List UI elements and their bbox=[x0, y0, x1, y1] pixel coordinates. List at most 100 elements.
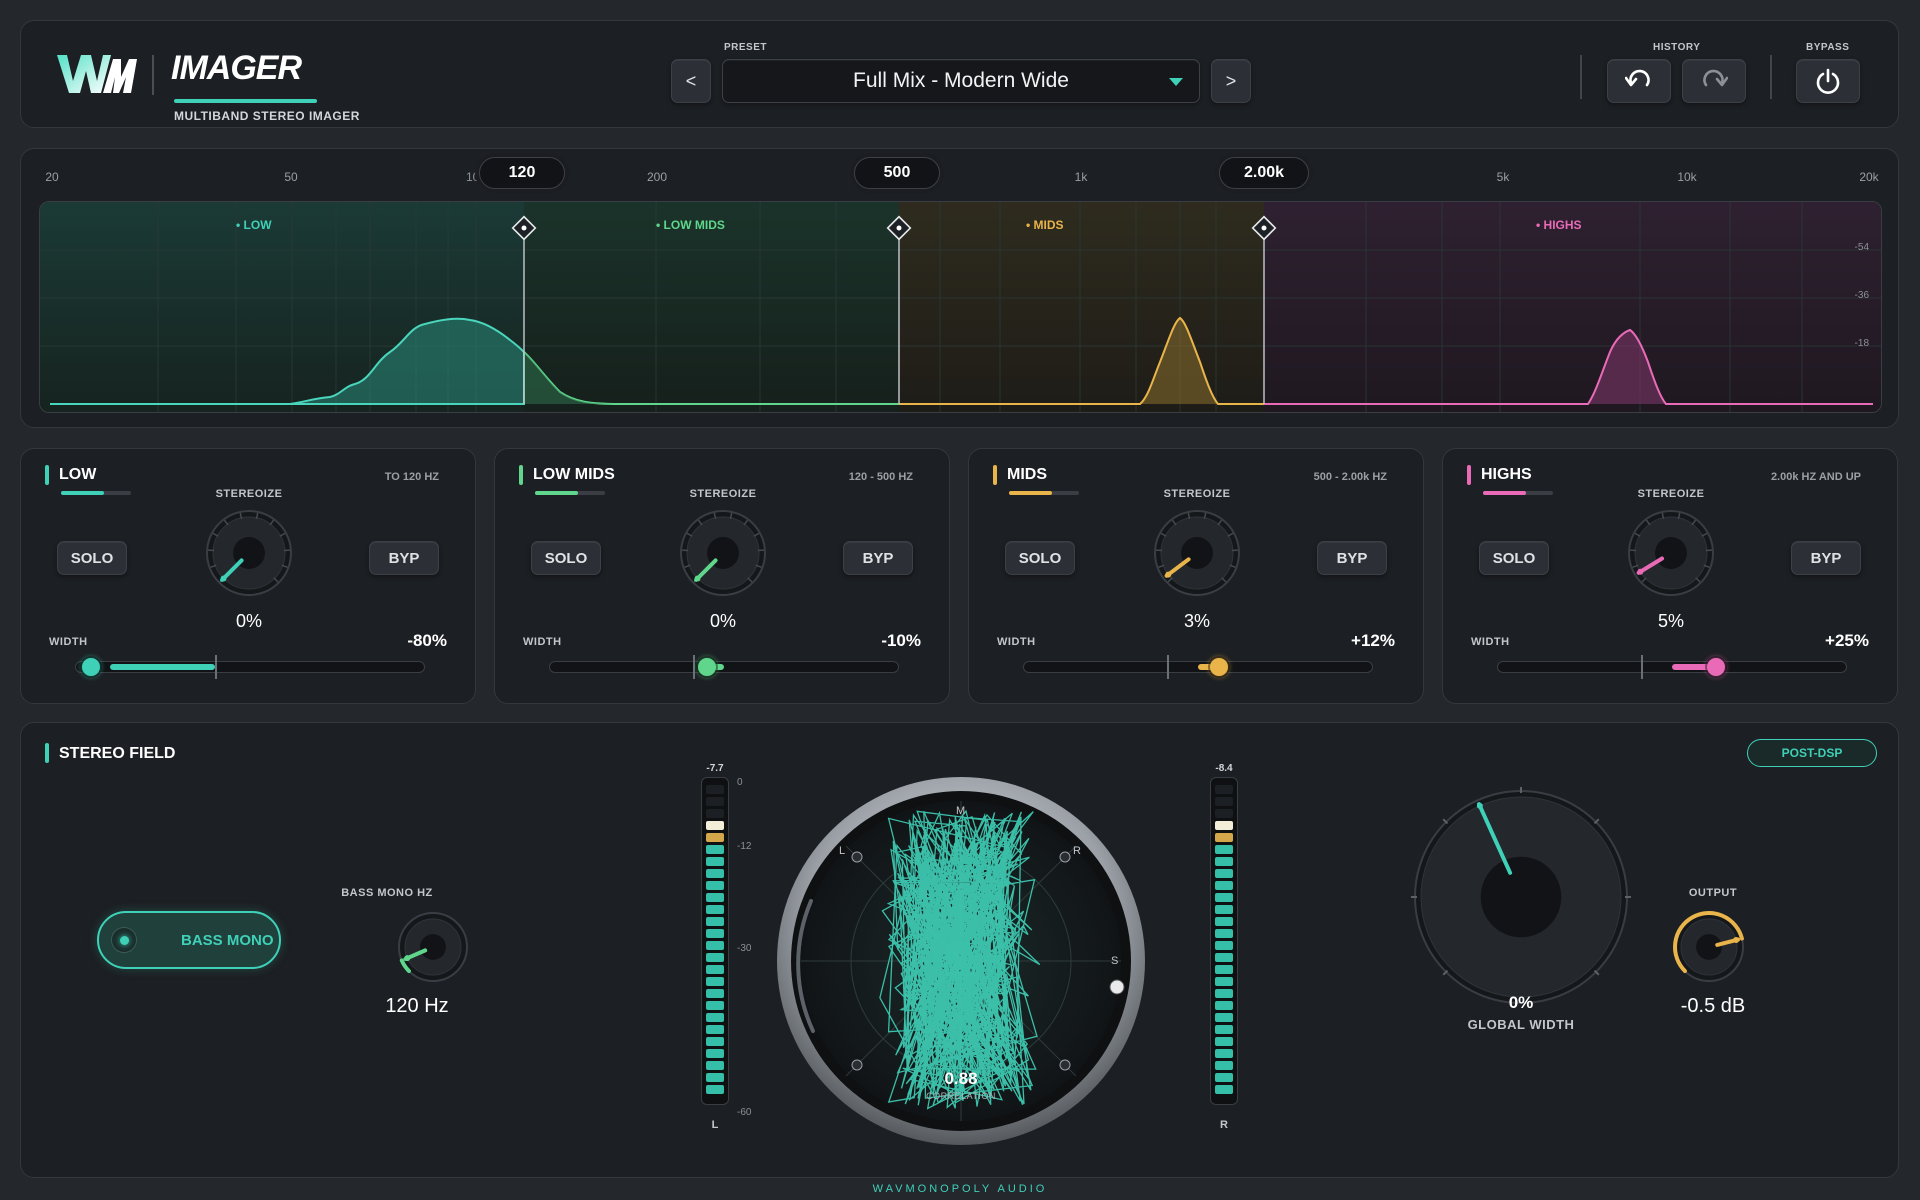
meter-segment bbox=[1215, 977, 1233, 986]
width-value: -80% bbox=[407, 631, 447, 650]
bypass-button[interactable] bbox=[1796, 59, 1860, 103]
db-label: -18 bbox=[1854, 338, 1869, 349]
meter-segment bbox=[706, 1073, 724, 1082]
crossover-2-value[interactable]: 500 bbox=[854, 157, 940, 189]
band-name: HIGHS bbox=[1481, 466, 1532, 483]
title-underline bbox=[174, 99, 317, 103]
width-value: -10% bbox=[881, 631, 921, 650]
crossover-3-value[interactable]: 2.00k bbox=[1219, 157, 1309, 189]
band-tag-low-mids-label: LOW MIDS bbox=[663, 218, 725, 232]
solo-button[interactable]: SOLO bbox=[1479, 541, 1549, 575]
toggle-indicator-icon bbox=[111, 927, 137, 953]
solo-button[interactable]: SOLO bbox=[57, 541, 127, 575]
width-slider-thumb[interactable] bbox=[697, 658, 716, 676]
meter-scale-label: -12 bbox=[737, 841, 752, 852]
global-width-value: 0% bbox=[1508, 993, 1534, 1012]
scope-label-r: R bbox=[1073, 845, 1081, 857]
scope-label-s: S bbox=[1111, 955, 1119, 967]
bass-mono-toggle[interactable]: BASS MONO bbox=[97, 911, 281, 969]
band-activity-bar bbox=[535, 491, 605, 495]
stereoize-knob[interactable] bbox=[203, 507, 295, 599]
post-dsp-button[interactable]: POST-DSP bbox=[1747, 739, 1877, 767]
width-center-marker bbox=[215, 655, 217, 679]
band-tag-low-label: LOW bbox=[243, 218, 272, 232]
meter-segment bbox=[1215, 929, 1233, 938]
meter-segment bbox=[1215, 953, 1233, 962]
meter-segment bbox=[1215, 857, 1233, 866]
stereoize-knob[interactable] bbox=[677, 507, 769, 599]
output-label: OUTPUT bbox=[1688, 887, 1738, 899]
preset-label: PRESET bbox=[724, 42, 768, 53]
bypass-label: BYPASS bbox=[1806, 42, 1850, 53]
meter-segment bbox=[706, 941, 724, 950]
db-label: -54 bbox=[1854, 242, 1869, 253]
band-range: 120 - 500 HZ bbox=[848, 471, 913, 483]
band-activity-bar bbox=[61, 491, 131, 495]
spectrum-display[interactable]: • LOW • LOW MIDS • MIDS • HIGHS -54 -36 … bbox=[39, 201, 1882, 413]
bypass-band-button[interactable]: BYP bbox=[1791, 541, 1861, 575]
band-tag-low-mids: • LOW MIDS bbox=[656, 218, 725, 232]
bass-mono-hz-label: BASS MONO HZ bbox=[341, 887, 433, 899]
meter-segment bbox=[1215, 869, 1233, 878]
bullet-icon: • bbox=[656, 218, 664, 232]
meter-segment bbox=[1215, 965, 1233, 974]
meter-segment bbox=[706, 1025, 724, 1034]
undo-icon bbox=[1625, 69, 1650, 87]
stereoize-label: STEREOIZE bbox=[689, 488, 757, 500]
width-slider-thumb[interactable] bbox=[1706, 658, 1725, 676]
bass-mono-hz-knob[interactable] bbox=[395, 909, 471, 985]
meter-segment bbox=[1215, 1037, 1233, 1046]
band-tag-mids: • MIDS bbox=[1026, 218, 1064, 232]
meter-segment bbox=[1215, 1073, 1233, 1082]
freq-label: 20k bbox=[1859, 170, 1879, 184]
meter-segment bbox=[706, 977, 724, 986]
bypass-band-button[interactable]: BYP bbox=[1317, 541, 1387, 575]
crossover-1-value[interactable]: 120 bbox=[479, 157, 565, 189]
meter-segment bbox=[1215, 941, 1233, 950]
db-label: -36 bbox=[1854, 290, 1869, 301]
width-slider-thumb[interactable] bbox=[82, 658, 100, 676]
bass-mono-label: BASS MONO bbox=[181, 932, 274, 949]
history-label: HISTORY bbox=[1653, 42, 1701, 53]
solo-button[interactable]: SOLO bbox=[1005, 541, 1075, 575]
bullet-icon: • bbox=[236, 218, 244, 232]
left-meter-body: -7.7 L 0 -12 -30 -60 bbox=[701, 763, 751, 1145]
correlation-value: 0.88 bbox=[944, 1069, 978, 1088]
header-panel: IMAGER MULTIBAND STEREO IMAGER < PRESET … bbox=[20, 20, 1899, 128]
power-icon bbox=[1816, 68, 1840, 94]
logo-icon bbox=[57, 55, 137, 93]
meter-channel-label: R bbox=[1220, 1119, 1228, 1131]
preset-prev-button[interactable]: < bbox=[671, 59, 711, 103]
solo-button[interactable]: SOLO bbox=[531, 541, 601, 575]
meter-segment bbox=[706, 1013, 724, 1022]
width-slider-thumb[interactable] bbox=[1210, 658, 1228, 676]
meter-segment bbox=[706, 1037, 724, 1046]
correlation-label: CORRELATION bbox=[926, 1091, 996, 1101]
band-name: MIDS bbox=[1007, 466, 1047, 483]
undo-button[interactable] bbox=[1607, 59, 1671, 103]
stereo-field-panel: STEREO FIELD POST-DSP BASS MONO BASS MON… bbox=[20, 722, 1899, 1178]
meter-segment bbox=[706, 881, 724, 890]
bypass-band-button[interactable]: BYP bbox=[369, 541, 439, 575]
freq-label: 1k bbox=[1074, 170, 1088, 184]
footer-brand: WAVMONOPOLY AUDIO bbox=[872, 1183, 1048, 1195]
stereoize-label: STEREOIZE bbox=[1163, 488, 1231, 500]
redo-button[interactable] bbox=[1682, 59, 1746, 103]
stereoize-knob[interactable] bbox=[1625, 507, 1717, 599]
app-subtitle: MULTIBAND STEREO IMAGER bbox=[174, 109, 360, 123]
band-color-accent bbox=[1467, 465, 1471, 485]
output-knob[interactable] bbox=[1671, 909, 1747, 985]
global-width-knob[interactable] bbox=[1411, 787, 1631, 1007]
width-value: +12% bbox=[1351, 631, 1395, 650]
meter-segment bbox=[706, 953, 724, 962]
width-slider-track[interactable] bbox=[549, 661, 899, 673]
bass-mono-hz-value: 120 Hz bbox=[385, 995, 449, 1017]
bypass-band-button[interactable]: BYP bbox=[843, 541, 913, 575]
stereoize-label: STEREOIZE bbox=[215, 488, 283, 500]
stereoize-knob[interactable] bbox=[1151, 507, 1243, 599]
band-activity-fill bbox=[535, 491, 579, 495]
width-label: WIDTH bbox=[523, 636, 562, 648]
preset-select[interactable]: Full Mix - Modern Wide bbox=[722, 59, 1200, 103]
preset-value: Full Mix - Modern Wide bbox=[853, 69, 1069, 92]
preset-next-button[interactable]: > bbox=[1211, 59, 1251, 103]
